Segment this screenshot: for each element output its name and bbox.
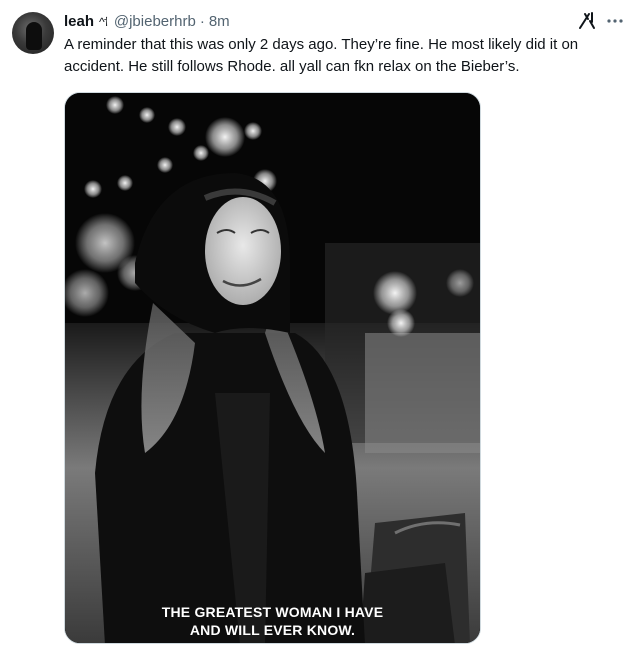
separator-dot: · [199,12,205,30]
caption-line-2: AND WILL EVER KNOW. [189,622,356,638]
caption-line-1: THE GREATEST WOMAN I HAVE [161,604,384,620]
more-icon[interactable] [604,10,626,32]
photo-caption: THE GREATEST WOMAN I HAVE AND WILL EVER … [65,603,480,639]
avatar-silhouette [26,22,42,50]
author-name[interactable]: leah [64,13,94,30]
tweet-photo[interactable]: THE GREATEST WOMAN I HAVE AND WILL EVER … [64,92,481,644]
grok-icon[interactable] [576,10,598,32]
avatar[interactable] [12,12,54,54]
tweet-text: A reminder that this was only 2 days ago… [64,36,579,75]
tweet[interactable]: leah ^⸶ @jbieberhrb · 8m A reminder that… [0,0,634,652]
timestamp[interactable]: 8m [209,13,230,30]
author-name-emoji: ^⸶ [99,14,109,29]
photo-illustration [65,93,480,643]
author-handle[interactable]: @jbieberhrb [114,13,196,30]
tweet-header: leah ^⸶ @jbieberhrb · 8m [64,11,230,31]
